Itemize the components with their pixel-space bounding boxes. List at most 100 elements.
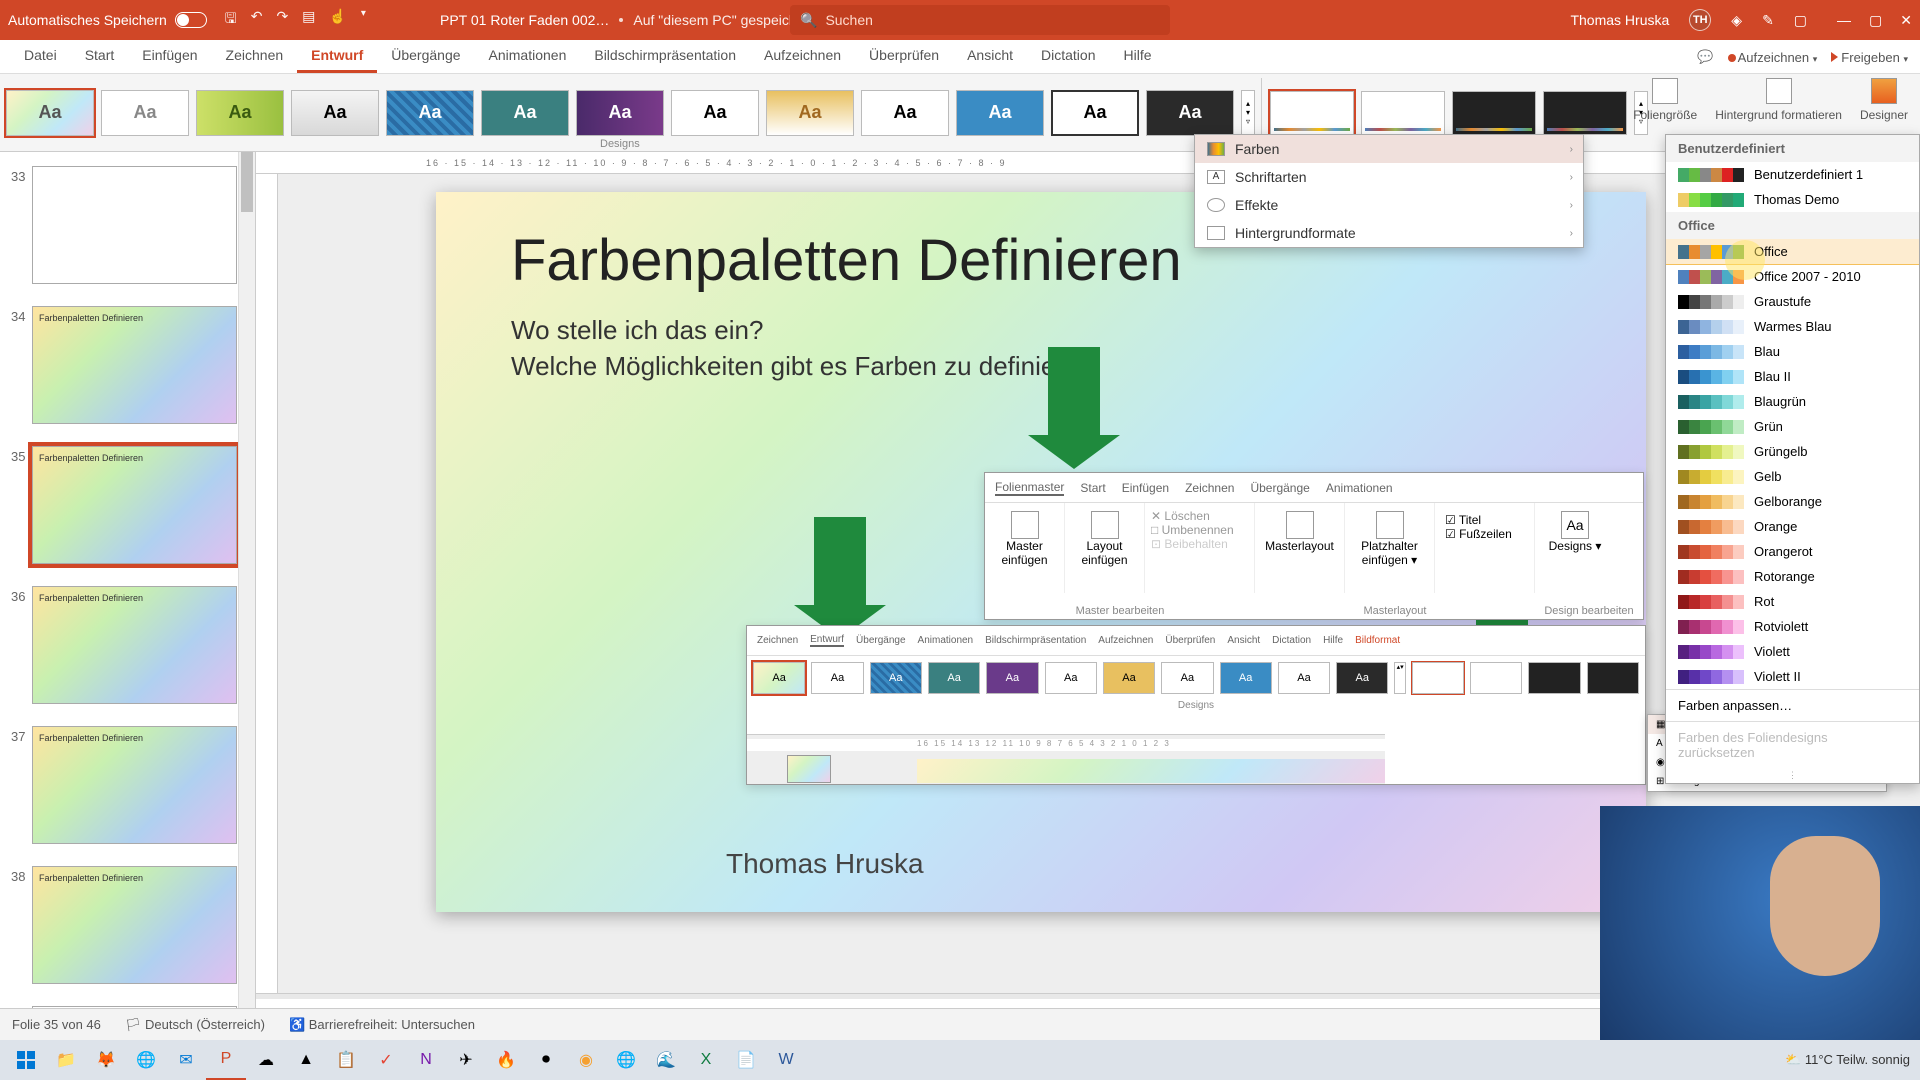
- slide-thumbnail[interactable]: 34Farbenpaletten Definieren: [32, 306, 237, 424]
- redo-icon[interactable]: ↷: [276, 8, 288, 32]
- variant-item[interactable]: [1361, 91, 1445, 135]
- app-icon[interactable]: ☁: [246, 1040, 286, 1080]
- color-scheme-item[interactable]: Grün: [1666, 414, 1919, 439]
- format-background-button[interactable]: Hintergrund formatieren: [1715, 78, 1842, 122]
- theme-item[interactable]: Aa: [766, 90, 854, 136]
- weather-widget[interactable]: ⛅ 11°C Teilw. sonnig: [1785, 1052, 1910, 1068]
- slide-size-button[interactable]: Foliengröße: [1633, 78, 1697, 122]
- tab-überprüfen[interactable]: Überprüfen: [855, 40, 953, 73]
- color-scheme-item[interactable]: Warmes Blau: [1666, 314, 1919, 339]
- excel-icon[interactable]: X: [686, 1040, 726, 1080]
- theme-item[interactable]: Aa: [1051, 90, 1139, 136]
- color-scheme-item[interactable]: Office 2007 - 2010: [1666, 264, 1919, 289]
- user-name[interactable]: Thomas Hruska: [1570, 12, 1669, 28]
- todoist-icon[interactable]: ✓: [366, 1040, 406, 1080]
- search-box[interactable]: 🔍: [790, 5, 1170, 35]
- tab-entwurf[interactable]: Entwurf: [297, 40, 377, 73]
- close-button[interactable]: ✕: [1900, 12, 1912, 29]
- variant-item[interactable]: [1452, 91, 1536, 135]
- theme-item[interactable]: Aa: [576, 90, 664, 136]
- firefox-icon[interactable]: 🦊: [86, 1040, 126, 1080]
- color-scheme-item[interactable]: Graustufe: [1666, 289, 1919, 314]
- variant-item[interactable]: [1543, 91, 1627, 135]
- theme-item[interactable]: Aa: [6, 90, 94, 136]
- slide-thumbnail[interactable]: 33: [32, 166, 237, 284]
- color-scheme-item[interactable]: Blaugrün: [1666, 389, 1919, 414]
- chrome-icon[interactable]: 🌐: [126, 1040, 166, 1080]
- user-avatar[interactable]: TH: [1689, 9, 1711, 31]
- menu-item-fonts[interactable]: ASchriftarten›: [1195, 163, 1583, 191]
- edge-icon[interactable]: 🌊: [646, 1040, 686, 1080]
- theme-item[interactable]: Aa: [386, 90, 474, 136]
- powerpoint-icon[interactable]: P: [206, 1040, 246, 1080]
- color-scheme-item[interactable]: Violett II: [1666, 664, 1919, 689]
- theme-item[interactable]: Aa: [291, 90, 379, 136]
- explorer-icon[interactable]: 📁: [46, 1040, 86, 1080]
- diamond-icon[interactable]: ◈: [1731, 12, 1742, 29]
- tab-aufzeichnen[interactable]: Aufzeichnen: [750, 40, 855, 73]
- start-button[interactable]: [6, 1040, 46, 1080]
- theme-gallery-more[interactable]: ▴▾▿: [1241, 90, 1255, 136]
- app-icon[interactable]: ◉: [566, 1040, 606, 1080]
- obs-icon[interactable]: ⏺: [526, 1040, 566, 1080]
- slide-thumbnail[interactable]: 35Farbenpaletten Definieren: [32, 446, 237, 564]
- language[interactable]: 🏳 Deutsch (Österreich): [125, 1017, 265, 1033]
- color-scheme-item[interactable]: Rotorange: [1666, 564, 1919, 589]
- share-button[interactable]: Freigeben ▾: [1831, 50, 1908, 65]
- slide-canvas[interactable]: Farbenpaletten Definieren Wo stelle ich …: [436, 192, 1646, 912]
- qat-dropdown[interactable]: ▾: [361, 8, 366, 32]
- theme-item[interactable]: Aa: [101, 90, 189, 136]
- color-scheme-item[interactable]: Gelb: [1666, 464, 1919, 489]
- tab-animationen[interactable]: Animationen: [475, 40, 581, 73]
- telegram-icon[interactable]: ✈: [446, 1040, 486, 1080]
- theme-item[interactable]: Aa: [196, 90, 284, 136]
- accessibility[interactable]: ♿ Barrierefreiheit: Untersuchen: [289, 1017, 475, 1033]
- slide-thumbnail[interactable]: 36Farbenpaletten Definieren: [32, 586, 237, 704]
- theme-item[interactable]: Aa: [671, 90, 759, 136]
- tab-übergänge[interactable]: Übergänge: [377, 40, 474, 73]
- menu-item-background[interactable]: Hintergrundformate›: [1195, 219, 1583, 247]
- color-scheme-item[interactable]: Blau II: [1666, 364, 1919, 389]
- app-icon[interactable]: 📋: [326, 1040, 366, 1080]
- color-scheme-item[interactable]: Rot: [1666, 589, 1919, 614]
- tab-dictation[interactable]: Dictation: [1027, 40, 1109, 73]
- word-icon[interactable]: W: [766, 1040, 806, 1080]
- slide-counter[interactable]: Folie 35 von 46: [12, 1017, 101, 1033]
- color-scheme-item[interactable]: Thomas Demo: [1666, 187, 1919, 212]
- color-scheme-item[interactable]: Gelborange: [1666, 489, 1919, 514]
- tab-start[interactable]: Start: [71, 40, 129, 73]
- variant-item[interactable]: [1270, 91, 1354, 135]
- color-scheme-item[interactable]: Blau: [1666, 339, 1919, 364]
- color-scheme-item[interactable]: Office: [1666, 239, 1919, 264]
- tab-hilfe[interactable]: Hilfe: [1109, 40, 1165, 73]
- designer-button[interactable]: Designer: [1860, 78, 1908, 122]
- document-title[interactable]: PPT 01 Roter Faden 002… Auf "diesem PC" …: [440, 0, 828, 40]
- theme-item[interactable]: Aa: [956, 90, 1044, 136]
- tab-zeichnen[interactable]: Zeichnen: [212, 40, 298, 73]
- vlc-icon[interactable]: ▲: [286, 1040, 326, 1080]
- color-scheme-item[interactable]: Orange: [1666, 514, 1919, 539]
- tab-bildschirmpräsentation[interactable]: Bildschirmpräsentation: [580, 40, 750, 73]
- app-icon[interactable]: 📄: [726, 1040, 766, 1080]
- color-scheme-item[interactable]: Violett: [1666, 639, 1919, 664]
- present-icon[interactable]: ▤: [302, 8, 315, 32]
- onenote-icon[interactable]: N: [406, 1040, 446, 1080]
- autosave-toggle[interactable]: [175, 12, 207, 28]
- outlook-icon[interactable]: ✉: [166, 1040, 206, 1080]
- search-input[interactable]: [825, 12, 1160, 28]
- tab-einfügen[interactable]: Einfügen: [128, 40, 211, 73]
- color-scheme-item[interactable]: Benutzerdefiniert 1: [1666, 162, 1919, 187]
- color-scheme-item[interactable]: Orangerot: [1666, 539, 1919, 564]
- thumbnail-scrollbar[interactable]: [238, 152, 255, 1048]
- window-icon[interactable]: ▢: [1794, 12, 1807, 29]
- app-icon[interactable]: 🔥: [486, 1040, 526, 1080]
- minimize-button[interactable]: —: [1837, 12, 1851, 29]
- theme-item[interactable]: Aa: [861, 90, 949, 136]
- menu-item-colors[interactable]: Farben›: [1195, 135, 1583, 163]
- theme-item[interactable]: Aa: [481, 90, 569, 136]
- tab-ansicht[interactable]: Ansicht: [953, 40, 1027, 73]
- slide-thumbnail[interactable]: 38Farbenpaletten Definieren: [32, 866, 237, 984]
- maximize-button[interactable]: ▢: [1869, 12, 1882, 29]
- record-button[interactable]: Aufzeichnen ▾: [1728, 50, 1818, 65]
- color-scheme-item[interactable]: Grüngelb: [1666, 439, 1919, 464]
